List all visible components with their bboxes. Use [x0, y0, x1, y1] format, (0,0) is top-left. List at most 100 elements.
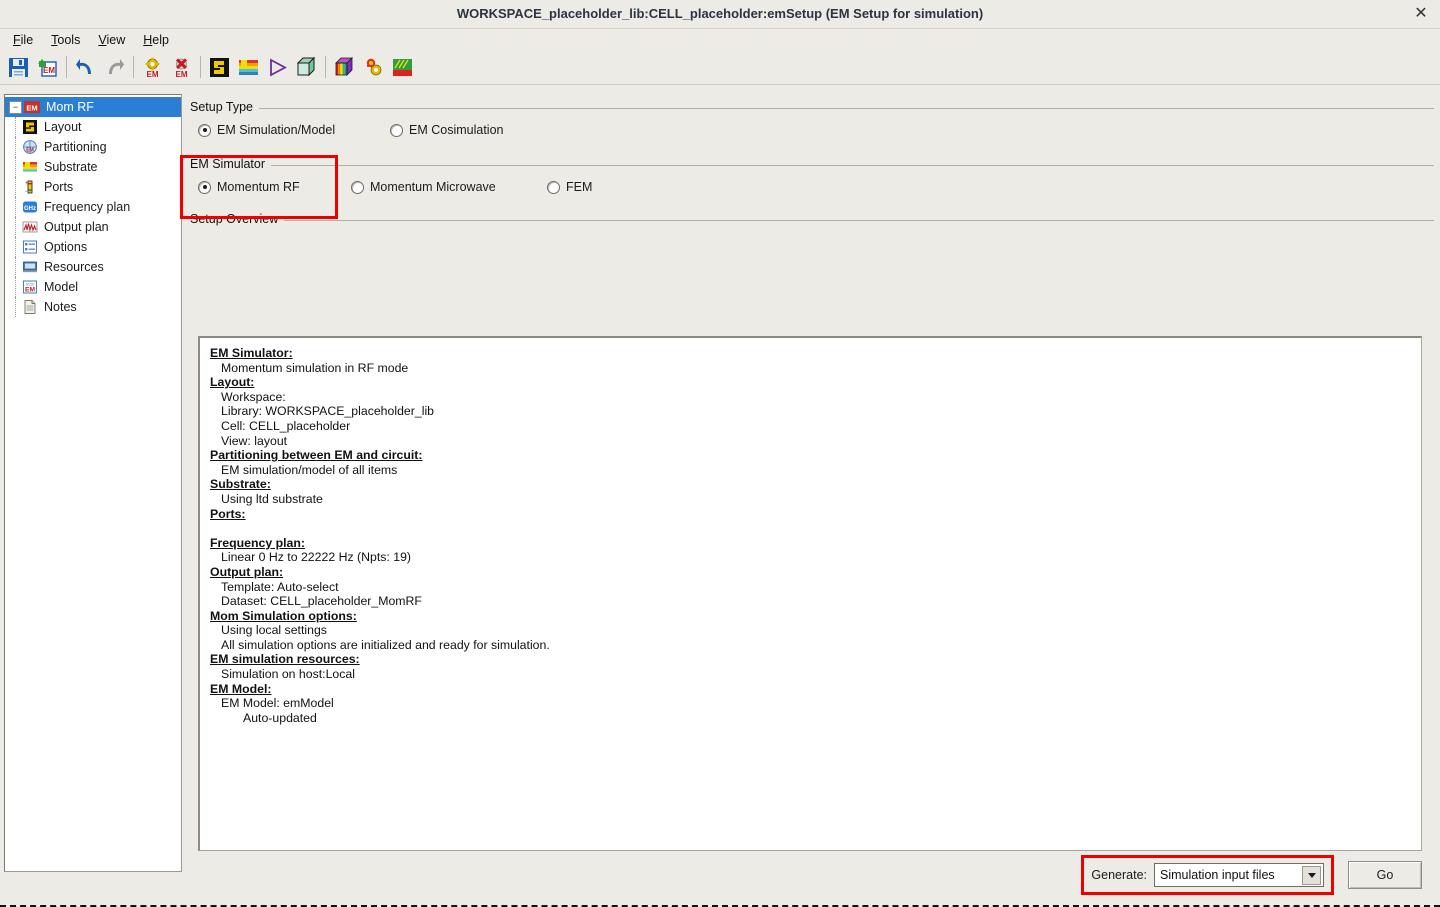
tree-guide: [9, 297, 22, 317]
visualization-icon[interactable]: [330, 53, 359, 82]
radio-dot: [547, 180, 560, 194]
menu-help-rest: elp: [152, 32, 169, 47]
substrate-icon: [23, 162, 37, 172]
tree-item-label: Mom RF: [46, 100, 94, 114]
tree-item-label: Frequency plan: [44, 200, 131, 214]
overview-line: Momentum simulation in RF mode: [221, 360, 409, 375]
tree-item-model[interactable]: 0110 EM Model: [5, 277, 181, 297]
bottom-action-bar: Generate: Simulation input files Go: [1081, 855, 1422, 895]
generate-dropdown[interactable]: Simulation input files: [1154, 863, 1324, 887]
radio-label: FEM: [566, 180, 593, 194]
tree-item-label: Substrate: [44, 160, 98, 174]
notes-icon: [24, 300, 36, 314]
tree-item-resources[interactable]: Resources: [5, 257, 181, 277]
setup-overview-panel[interactable]: EM Simulator: Momentum simulation in RF m…: [198, 336, 1422, 851]
tree-item-mom-rf[interactable]: − EM Mom RF: [5, 97, 181, 117]
layout-icon[interactable]: [205, 53, 234, 82]
radio-momentum-rf[interactable]: Momentum RF: [198, 180, 351, 194]
toolbar: EM EM EM: [0, 50, 1440, 85]
tree-item-options[interactable]: Options: [5, 237, 181, 257]
group-divider: [190, 165, 1434, 166]
tree-item-label: Ports: [44, 180, 74, 194]
svg-text:EM: EM: [26, 148, 34, 154]
redo-icon[interactable]: [100, 53, 129, 82]
radio-em-cosimulation[interactable]: EM Cosimulation: [390, 123, 503, 137]
overview-line: Template: Auto-select: [221, 579, 339, 594]
em-settings-icon[interactable]: EM: [138, 53, 167, 82]
setup-type-label: Setup Type: [190, 100, 260, 114]
svg-text:EM: EM: [176, 70, 188, 78]
model-icon: 0110EM: [23, 280, 37, 294]
tree-item-label: Model: [44, 280, 79, 294]
tree-guide: [9, 137, 22, 157]
toolbar-separator: [325, 56, 326, 78]
setup-tree-panel: − EM Mom RF Layout EM Partitioning Subst…: [4, 94, 182, 872]
tree-item-label: Options: [44, 240, 88, 254]
options-icon: [23, 240, 37, 254]
tree-guide: [9, 197, 22, 217]
menu-bar: File Tools View Help: [0, 29, 1440, 50]
overview-line: EM Model: emModel: [221, 696, 334, 711]
radio-label: EM Simulation/Model: [217, 123, 336, 137]
go-button[interactable]: Go: [1348, 861, 1422, 889]
em-delete-icon[interactable]: EM: [167, 53, 196, 82]
undo-icon[interactable]: [71, 53, 100, 82]
tree-item-label: Output plan: [44, 220, 109, 234]
radio-fem[interactable]: FEM: [547, 180, 592, 194]
radio-label: Momentum RF: [217, 180, 300, 194]
chevron-down-icon[interactable]: [1302, 866, 1321, 885]
overview-heading: Substrate:: [210, 477, 271, 492]
3d-view-icon[interactable]: [292, 53, 321, 82]
em-setup-window: WORKSPACE_placeholder_lib:CELL_placehold…: [0, 0, 1440, 907]
tree-item-frequency-plan[interactable]: GHz Frequency plan: [5, 197, 181, 217]
overview-line: Linear 0 Hz to 22222 Hz (Npts: 19): [221, 550, 412, 565]
tree-guide: [9, 237, 22, 257]
tree-expander-icon[interactable]: −: [9, 100, 22, 114]
save-em-icon[interactable]: EM: [33, 53, 62, 82]
tree-item-layout[interactable]: Layout: [5, 117, 181, 137]
menu-tools-rest: ools: [57, 32, 81, 47]
save-icon[interactable]: [4, 53, 33, 82]
tree-item-output-plan[interactable]: Output plan: [5, 217, 181, 237]
overview-line: View: layout: [221, 433, 288, 448]
setup-tree: − EM Mom RF Layout EM Partitioning Subst…: [5, 95, 181, 317]
overview-heading: Output plan:: [210, 564, 284, 579]
menu-file[interactable]: File: [4, 31, 42, 49]
toolbar-separator: [200, 56, 201, 78]
overview-line: Using local settings: [221, 623, 327, 638]
overview-line: Dataset: CELL_placeholder_MomRF: [221, 594, 422, 609]
close-icon[interactable]: ✕: [1410, 3, 1432, 25]
radio-momentum-microwave[interactable]: Momentum Microwave: [351, 180, 547, 194]
radio-dot: [351, 180, 364, 194]
svg-text:EM: EM: [147, 70, 159, 78]
svg-text:EM: EM: [25, 286, 35, 293]
tree-item-ports[interactable]: + - Ports: [5, 177, 181, 197]
menu-help[interactable]: Help: [134, 31, 178, 49]
em-simulator-group: EM Simulator Momentum RF Momentum Microw…: [180, 155, 1434, 219]
tree-item-label: Resources: [44, 260, 104, 274]
tree-item-substrate[interactable]: Substrate: [5, 157, 181, 177]
em-icon: EM: [24, 101, 40, 113]
tree-guide: [9, 177, 22, 197]
svg-text:EM: EM: [43, 66, 55, 75]
substrate-icon[interactable]: [234, 53, 263, 82]
menu-view[interactable]: View: [89, 31, 134, 49]
overview-line: All simulation options are initialized a…: [221, 637, 550, 652]
toolbar-separator: [66, 56, 67, 78]
em-model-icon[interactable]: [359, 53, 388, 82]
tree-item-notes[interactable]: Notes: [5, 297, 181, 317]
tree-item-label: Partitioning: [44, 140, 107, 154]
setup-overview-label: Setup Overview: [190, 212, 285, 226]
setup-type-group: Setup Type EM Simulation/Model EM Cosimu…: [190, 100, 1434, 141]
menu-tools[interactable]: Tools: [42, 31, 89, 49]
tree-item-partitioning[interactable]: EM Partitioning: [5, 137, 181, 157]
svg-text:GHz: GHz: [24, 206, 36, 212]
simulate-icon[interactable]: [263, 53, 292, 82]
overview-line: Auto-updated: [243, 710, 317, 725]
overview-heading: Frequency plan:: [210, 535, 305, 550]
overview-line: Library: WORKSPACE_placeholder_lib: [221, 404, 435, 419]
radio-em-simulation-model[interactable]: EM Simulation/Model: [198, 123, 390, 137]
setup-type-options: EM Simulation/Model EM Cosimulation: [190, 114, 1434, 141]
overview-line: Using ltd substrate: [221, 491, 323, 506]
em-cosim-icon[interactable]: [388, 53, 417, 82]
